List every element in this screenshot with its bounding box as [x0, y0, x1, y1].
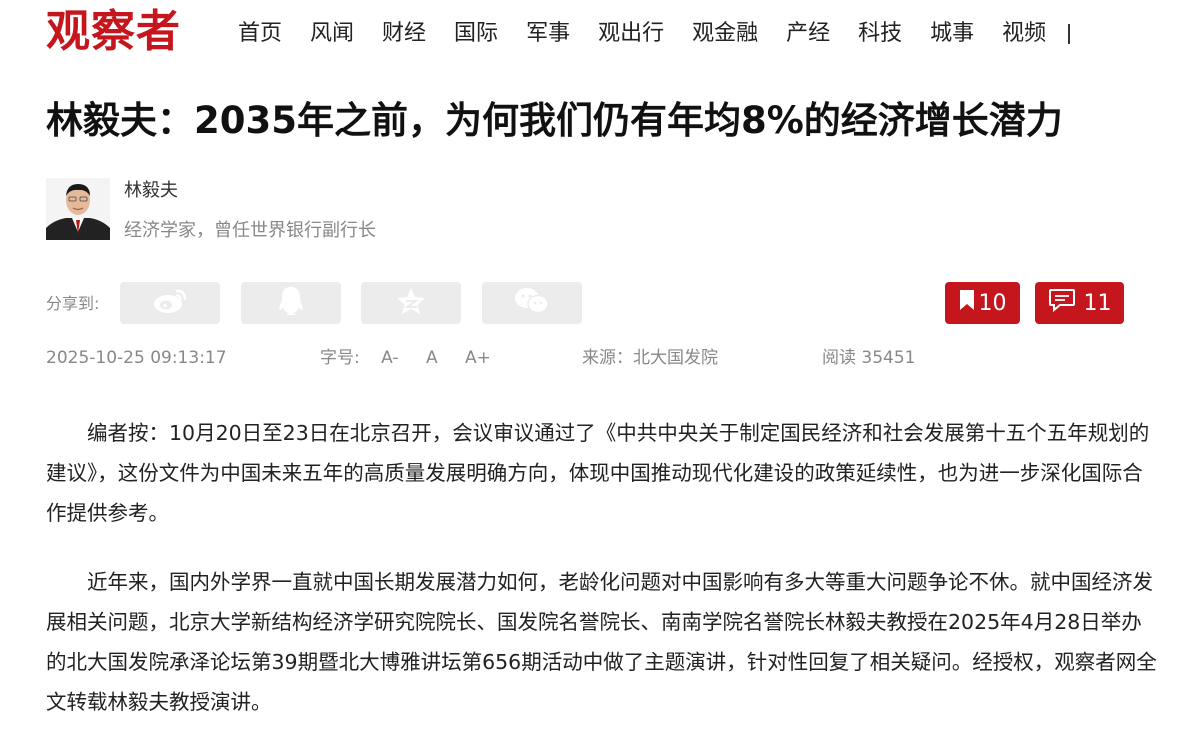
nav-item-industry[interactable]: 产经 — [786, 16, 830, 52]
article-source: 来源：北大国发院 — [582, 348, 718, 368]
share-weibo-button[interactable] — [120, 282, 220, 324]
comment-count: 11 — [1083, 290, 1112, 316]
font-smaller-button[interactable]: A- — [381, 348, 398, 368]
bookmark-button[interactable]: 10 — [945, 282, 1020, 324]
author-description: 经济学家，曾任世界银行副行长 — [124, 220, 376, 241]
nav-item-finance[interactable]: 财经 — [382, 16, 426, 52]
share-qq-button[interactable] — [241, 282, 341, 324]
nav-item-home[interactable]: 首页 — [238, 16, 282, 52]
publish-date: 2025-10-25 09:13:17 — [46, 348, 227, 368]
nav-item-banking[interactable]: 观金融 — [692, 16, 758, 52]
bookmark-icon — [959, 289, 975, 317]
nav-divider — [1068, 24, 1071, 44]
nav-item-tech[interactable]: 科技 — [858, 16, 902, 52]
nav-item-city[interactable]: 城事 — [930, 16, 974, 52]
nav-item-video[interactable]: 视频 — [1002, 16, 1046, 52]
read-count: 阅读 35451 — [822, 348, 916, 368]
nav-item-mobility[interactable]: 观出行 — [598, 16, 664, 52]
site-logo[interactable]: 观察者 — [46, 6, 181, 58]
font-larger-button[interactable]: A+ — [465, 348, 491, 368]
main-nav: 首页 风闻 财经 国际 军事 观出行 观金融 产经 科技 城事 视频 — [238, 16, 1071, 52]
font-size-label: 字号: — [320, 348, 360, 368]
nav-item-military[interactable]: 军事 — [526, 16, 570, 52]
comment-icon — [1048, 288, 1076, 318]
weibo-icon — [152, 287, 188, 319]
intro-paragraph: 近年来，国内外学界一直就中国长期发展潜力如何，老龄化问题对中国影响有多大等重大问… — [46, 570, 1157, 714]
nav-item-fengwen[interactable]: 风闻 — [310, 16, 354, 52]
qq-icon — [276, 285, 306, 321]
font-normal-button[interactable]: A — [426, 348, 438, 368]
font-size-controls: 字号: A- A A+ — [320, 346, 491, 370]
nav-item-international[interactable]: 国际 — [454, 16, 498, 52]
wechat-icon — [513, 286, 551, 320]
qzone-icon — [395, 286, 427, 320]
share-label: 分享到: — [46, 294, 100, 313]
comment-button[interactable]: 11 — [1035, 282, 1124, 324]
share-wechat-button[interactable] — [482, 282, 582, 324]
share-qzone-button[interactable] — [361, 282, 461, 324]
author-name[interactable]: 林毅夫 — [124, 178, 178, 204]
author-avatar[interactable] — [46, 178, 110, 240]
bookmark-count: 10 — [978, 290, 1007, 316]
article-title: 林毅夫：2035年之前，为何我们仍有年均8%的经济增长潜力 — [46, 99, 1063, 142]
editor-note-paragraph: 编者按：10月20日至23日在北京召开，会议审议通过了《中共中央关于制定国民经济… — [46, 421, 1150, 525]
